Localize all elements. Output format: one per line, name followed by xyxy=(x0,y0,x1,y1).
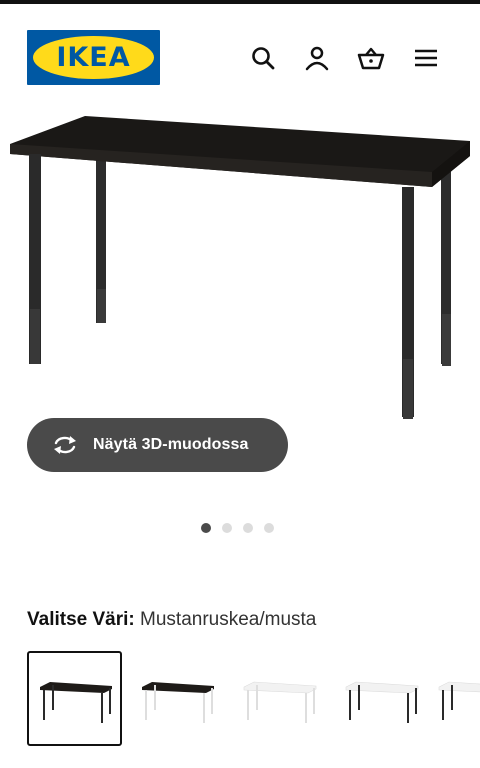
user-icon[interactable] xyxy=(303,44,331,72)
variant-thumbnail xyxy=(345,681,418,723)
pagination-dot[interactable] xyxy=(264,523,274,533)
variant-thumbnail xyxy=(141,681,214,723)
variant-white-black-2[interactable] xyxy=(435,651,480,746)
rotate-icon xyxy=(54,436,76,454)
menu-icon[interactable] xyxy=(412,44,440,72)
view-3d-label: Näytä 3D-muodossa xyxy=(93,436,249,453)
variant-thumbnail xyxy=(243,681,316,723)
variant-white-white[interactable] xyxy=(231,651,326,746)
color-value: Mustanruskea/musta xyxy=(140,609,317,630)
logo-text: IKEA xyxy=(56,42,131,73)
gallery-pagination xyxy=(201,523,285,535)
variant-thumbnail xyxy=(438,681,480,720)
basket-icon[interactable] xyxy=(357,44,385,72)
view-3d-button[interactable]: Näytä 3D-muodossa xyxy=(27,418,288,472)
color-selector-heading: Valitse Väri: Mustanruskea/musta xyxy=(27,608,316,632)
variant-black-brown-white[interactable] xyxy=(129,651,224,746)
pagination-dot[interactable] xyxy=(243,523,253,533)
site-header: IKEA xyxy=(0,4,480,104)
variant-thumbnail xyxy=(39,681,112,723)
variant-black-brown-black[interactable] xyxy=(27,651,122,746)
variant-white-black[interactable] xyxy=(333,651,428,746)
color-label: Valitse Väri: xyxy=(27,609,135,630)
color-variants xyxy=(27,651,480,747)
search-icon[interactable] xyxy=(249,44,277,72)
pagination-dot[interactable] xyxy=(201,523,211,533)
ikea-logo[interactable]: IKEA xyxy=(27,30,160,85)
pagination-dot[interactable] xyxy=(222,523,232,533)
